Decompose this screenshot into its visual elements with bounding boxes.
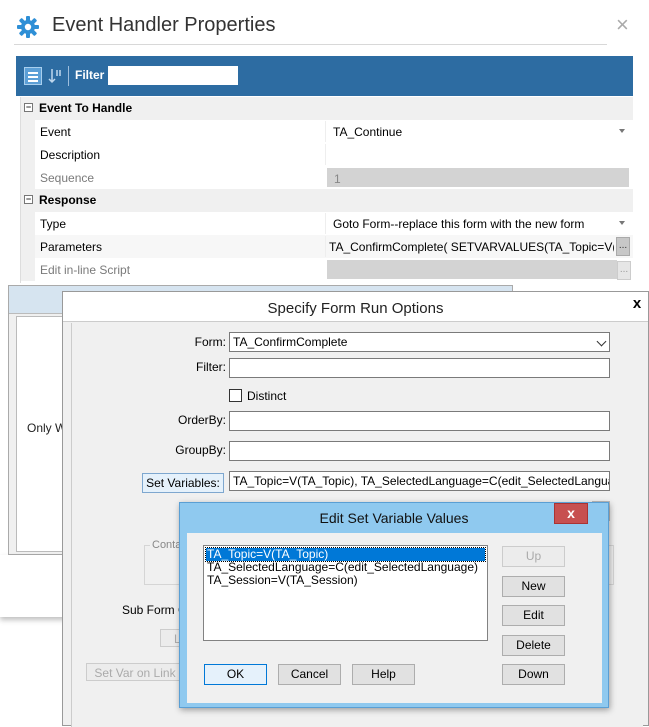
filter-field[interactable] xyxy=(229,358,610,378)
property-row-parameters[interactable]: Parameters TA_ConfirmComplete( SETVARVAL… xyxy=(21,235,633,258)
help-button[interactable]: Help xyxy=(352,664,415,685)
property-value-text: Goto Form--replace this form with the ne… xyxy=(333,217,585,231)
categorized-view-icon[interactable] xyxy=(24,67,42,85)
cancel-button[interactable]: Cancel xyxy=(278,664,341,685)
set-variables-button[interactable]: Set Variables: xyxy=(142,473,224,493)
dialog-body: TA_Topic=V(TA_Topic) TA_SelectedLanguage… xyxy=(187,533,602,703)
ok-button[interactable]: OK xyxy=(204,664,267,685)
row-gutter xyxy=(21,258,35,281)
property-grid: − Event To Handle Event TA_Continue Desc… xyxy=(20,97,633,283)
row-gutter xyxy=(21,235,35,258)
distinct-checkbox[interactable] xyxy=(229,389,242,402)
property-value-inline-script xyxy=(327,260,617,279)
list-item[interactable]: TA_Session=V(TA_Session) xyxy=(206,574,485,587)
property-value-sequence: 1 xyxy=(327,168,629,187)
property-row-type[interactable]: Type Goto Form--replace this form with t… xyxy=(21,212,633,235)
close-icon[interactable]: x xyxy=(554,503,588,524)
sub-form-label: Sub Form C xyxy=(122,603,187,617)
dropdown-arrow-icon[interactable] xyxy=(619,129,625,133)
ellipsis-button[interactable]: ... xyxy=(616,237,630,256)
row-gutter xyxy=(21,166,35,189)
form-combobox[interactable]: TA_ConfirmComplete xyxy=(229,332,610,352)
delete-button[interactable]: Delete xyxy=(502,635,565,656)
title-divider xyxy=(14,44,607,45)
groupby-field[interactable] xyxy=(229,441,610,461)
property-value-text: 1 xyxy=(334,172,341,186)
row-gutter xyxy=(21,120,35,143)
property-name: Edit in-line Script xyxy=(40,263,131,277)
row-gutter xyxy=(21,212,35,235)
orderby-field[interactable] xyxy=(229,411,610,431)
property-row-sequence[interactable]: Sequence 1 xyxy=(21,166,633,189)
row-gutter xyxy=(21,143,35,166)
property-name: Sequence xyxy=(40,171,95,185)
filter-label: Filter xyxy=(75,68,105,82)
dialog-titlebar: Specify Form Run Options x xyxy=(63,292,648,322)
toolbar-divider xyxy=(68,66,69,86)
up-button: Up xyxy=(502,546,565,567)
dialog-title: Specify Form Run Options xyxy=(267,300,444,317)
ellipsis-button: ... xyxy=(617,261,631,280)
category-label: Event To Handle xyxy=(39,101,133,115)
background-window-edge xyxy=(0,555,70,617)
edit-button[interactable]: Edit xyxy=(502,605,565,626)
edit-set-variable-values-dialog: Edit Set Variable Values x TA_Topic=V(TA… xyxy=(179,502,609,708)
groupby-label: GroupBy: xyxy=(175,443,226,457)
gear-icon xyxy=(16,15,40,39)
chevron-down-icon[interactable] xyxy=(596,336,607,347)
close-icon[interactable]: x xyxy=(625,293,649,317)
property-name: Description xyxy=(40,148,101,162)
property-name: Event xyxy=(40,125,71,139)
property-value-description[interactable] xyxy=(325,144,631,165)
property-value-type[interactable]: Goto Form--replace this form with the ne… xyxy=(325,213,631,234)
property-value-parameters[interactable]: TA_ConfirmComplete( SETVARVALUES(TA_Topi… xyxy=(325,236,631,257)
category-response[interactable]: − Response xyxy=(21,189,633,212)
property-row-event[interactable]: Event TA_Continue xyxy=(21,120,633,143)
alphabetical-sort-icon[interactable] xyxy=(48,67,64,85)
category-event-to-handle[interactable]: − Event To Handle xyxy=(21,97,633,120)
form-label: Form: xyxy=(194,335,226,349)
form-combobox-value: TA_ConfirmComplete xyxy=(233,335,348,349)
property-row-description[interactable]: Description xyxy=(21,143,633,166)
new-button[interactable]: New xyxy=(502,576,565,597)
dropdown-arrow-icon[interactable] xyxy=(619,221,625,225)
distinct-label: Distinct xyxy=(247,389,287,403)
property-grid-toolbar: Filter xyxy=(16,56,633,96)
background-dialog-text: Only W xyxy=(27,421,67,435)
collapse-icon[interactable]: − xyxy=(24,103,33,112)
dialog-title: Edit Set Variable Values xyxy=(319,510,469,526)
property-name: Parameters xyxy=(40,240,103,254)
filter-label: Filter: xyxy=(196,360,226,374)
property-name: Type xyxy=(40,217,67,231)
property-value-text: TA_Continue xyxy=(333,125,403,139)
filter-input[interactable] xyxy=(108,66,238,85)
set-variables-field[interactable]: TA_Topic=V(TA_Topic), TA_SelectedLanguag… xyxy=(229,471,610,491)
variables-listbox[interactable]: TA_Topic=V(TA_Topic) TA_SelectedLanguage… xyxy=(203,545,488,641)
window-title: Event Handler Properties xyxy=(52,14,276,36)
property-value-event[interactable]: TA_Continue xyxy=(325,121,631,142)
close-icon[interactable]: × xyxy=(616,14,629,36)
property-row-inline-script[interactable]: Edit in-line Script ... xyxy=(21,258,633,281)
down-button[interactable]: Down xyxy=(502,664,565,685)
collapse-icon[interactable]: − xyxy=(24,195,33,204)
orderby-label: OrderBy: xyxy=(177,413,226,427)
category-label: Response xyxy=(39,193,97,207)
property-value-text: TA_ConfirmComplete( SETVARVALUES(TA_Topi… xyxy=(329,240,614,254)
